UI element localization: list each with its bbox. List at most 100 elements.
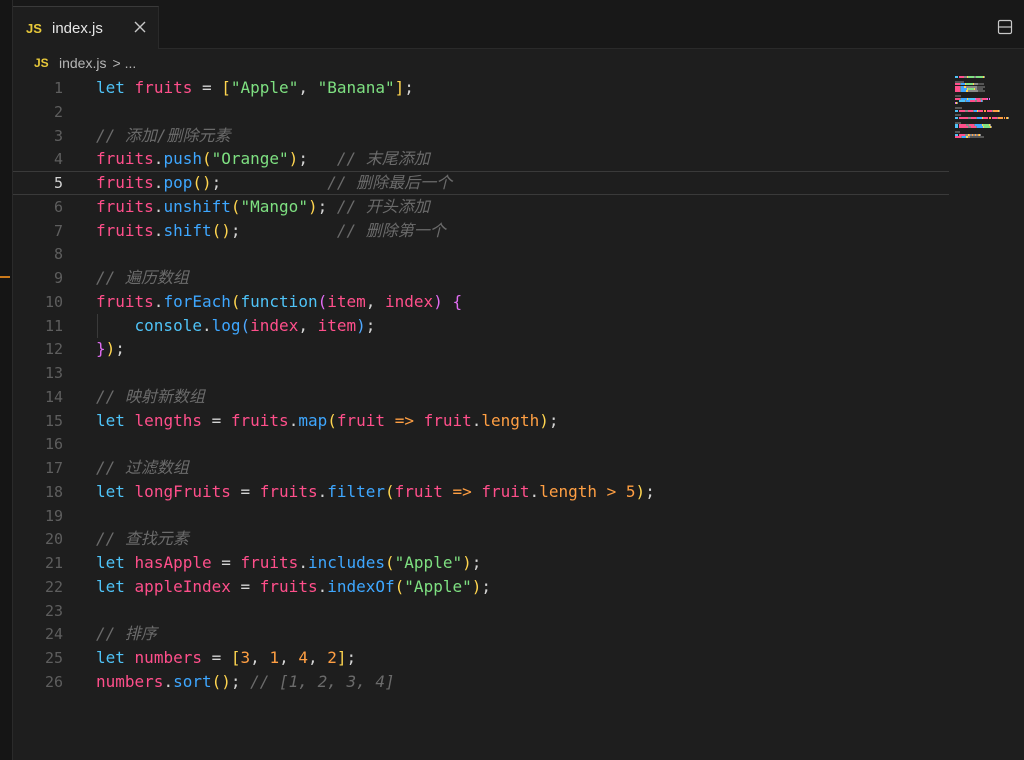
code-token: longFruits bbox=[134, 481, 231, 501]
code-line[interactable]: 20 // 查找元素 bbox=[13, 527, 949, 551]
code-line[interactable]: 24 // 排序 bbox=[13, 622, 949, 646]
code-token: ; bbox=[317, 196, 337, 216]
code-token: let bbox=[96, 576, 125, 596]
code-line[interactable]: 1 let fruits = ["Apple", "Banana"]; bbox=[13, 76, 949, 100]
code-token: // [1, 2, 3, 4] bbox=[250, 671, 395, 691]
line-number: 21 bbox=[44, 554, 63, 572]
code-line[interactable]: 6 fruits.unshift("Mango"); // 开头添加 bbox=[13, 195, 949, 219]
code-text: // 排序 bbox=[96, 622, 157, 646]
line-number: 14 bbox=[44, 387, 63, 406]
code-token: "Banana" bbox=[317, 78, 395, 97]
code-token: ( bbox=[385, 553, 395, 572]
code-line[interactable]: 15 let lengths = fruits.map(fruit => frui… bbox=[13, 409, 949, 433]
code-editor[interactable]: 1 let fruits = ["Apple", "Banana"]; 2 3// 添… bbox=[13, 76, 953, 760]
code-token: "Apple" bbox=[404, 576, 472, 596]
breadcrumb-file[interactable]: index.js bbox=[59, 55, 106, 71]
line-number: 20 bbox=[44, 530, 63, 549]
code-token: shift bbox=[163, 220, 212, 240]
code-line[interactable]: 17 // 过滤数组 bbox=[13, 456, 949, 480]
code-token: fruits bbox=[259, 481, 318, 501]
code-token: ( bbox=[240, 315, 251, 335]
code-token: let bbox=[96, 481, 125, 501]
code-token: // 遍历数组 bbox=[96, 268, 189, 287]
code-line[interactable]: 7 fruits.shift(); // 删除第一个 bbox=[13, 219, 949, 243]
line-number: 5 bbox=[53, 174, 63, 192]
line-number: 4 bbox=[53, 150, 63, 169]
minimap-stroke bbox=[989, 97, 990, 100]
minimap-stroke bbox=[982, 100, 983, 102]
code-text: let fruits = ["Apple", "Banana"]; bbox=[96, 76, 414, 100]
code-line[interactable]: 19 bbox=[13, 504, 949, 528]
code-line[interactable]: 16 bbox=[13, 432, 949, 456]
code-token: . bbox=[163, 671, 174, 691]
code-line[interactable]: 10 fruits.forEach(function(item, index) { bbox=[13, 290, 949, 314]
code-line[interactable]: 23 bbox=[13, 599, 949, 623]
code-line[interactable]: 9 // 遍历数组 bbox=[13, 266, 949, 290]
code-token: ; bbox=[645, 481, 655, 501]
code-token: "Apple" bbox=[230, 78, 299, 97]
tab-index-js[interactable]: JS index.js bbox=[13, 6, 159, 49]
code-token: => bbox=[452, 481, 472, 501]
code-token: . bbox=[153, 149, 164, 169]
code-token: // 删除第一个 bbox=[336, 220, 446, 240]
code-text: let longFruits = fruits.filter(fruit => … bbox=[96, 480, 655, 504]
minimap[interactable] bbox=[955, 76, 1015, 146]
code-token: . bbox=[153, 173, 164, 192]
code-token: ; bbox=[365, 315, 376, 335]
code-token: pop bbox=[163, 173, 193, 192]
code-line[interactable]: 3 // 添加/删除元素 bbox=[13, 124, 949, 148]
code-line[interactable]: 22 let appleIndex = fruits.indexOf("Apple… bbox=[13, 575, 949, 599]
code-token: ) bbox=[635, 481, 646, 501]
code-line[interactable]: 4 fruits.push("Orange"); // 末尾添加 bbox=[13, 147, 949, 171]
code-token: let bbox=[96, 410, 125, 430]
code-token: includes bbox=[307, 553, 386, 572]
code-line[interactable]: 12}); bbox=[13, 337, 949, 361]
code-token: numbers bbox=[134, 648, 202, 667]
code-token: fruits bbox=[96, 196, 154, 216]
code-line[interactable]: 13 bbox=[13, 361, 949, 385]
code-line[interactable]: 2 bbox=[13, 100, 949, 124]
line-number: 23 bbox=[44, 601, 63, 620]
code-token: // 添加/删除元素 bbox=[96, 125, 231, 145]
code-token: lengths bbox=[134, 410, 202, 430]
code-line[interactable]: 25 let numbers = [3, 1, 4, 2]; bbox=[13, 646, 949, 670]
code-text: fruits.shift(); // 删除第一个 bbox=[96, 219, 446, 243]
code-token: . bbox=[529, 481, 540, 501]
line-number: 19 bbox=[44, 506, 63, 525]
breadcrumb-more[interactable]: ... bbox=[125, 55, 137, 71]
close-icon[interactable] bbox=[132, 19, 148, 35]
code-line[interactable]: 11 console.log(index, item); bbox=[13, 313, 949, 338]
code-token: length bbox=[539, 481, 597, 501]
code-line[interactable]: 8 bbox=[13, 242, 949, 266]
minimap-stroke bbox=[978, 90, 985, 93]
scroll-marker bbox=[0, 276, 10, 278]
split-editor-icon[interactable] bbox=[997, 19, 1013, 35]
code-line[interactable]: 5 fruits.pop(); // 删除最后一个 bbox=[13, 171, 949, 195]
code-token: ( bbox=[317, 291, 328, 311]
code-token: ) bbox=[105, 339, 116, 359]
line-number: 16 bbox=[44, 435, 63, 454]
code-token: forEach bbox=[163, 291, 231, 311]
code-token: ; bbox=[115, 339, 125, 359]
code-token: ; bbox=[230, 671, 251, 691]
code-token: ; bbox=[548, 410, 559, 430]
code-line[interactable]: 18 let longFruits = fruits.filter(fruit =… bbox=[13, 480, 949, 504]
code-text: let numbers = [3, 1, 4, 2]; bbox=[96, 646, 356, 670]
code-token: , bbox=[250, 648, 270, 667]
line-number: 12 bbox=[44, 340, 63, 359]
line-number: 15 bbox=[44, 411, 63, 430]
code-line[interactable]: 26 numbers.sort(); // [1, 2, 3, 4] bbox=[13, 670, 949, 694]
code-line[interactable]: 21 let hasApple = fruits.includes("Apple"… bbox=[13, 551, 949, 575]
code-token: ; bbox=[298, 149, 337, 169]
code-token: item bbox=[317, 315, 357, 335]
code-text: // 查找元素 bbox=[96, 527, 189, 551]
code-text: }); bbox=[96, 337, 125, 361]
tab-bar: JS index.js bbox=[13, 0, 1024, 49]
code-line[interactable]: 14 // 映射新数组 bbox=[13, 385, 949, 409]
line-number: 8 bbox=[53, 245, 63, 264]
code-token: } bbox=[96, 339, 106, 359]
